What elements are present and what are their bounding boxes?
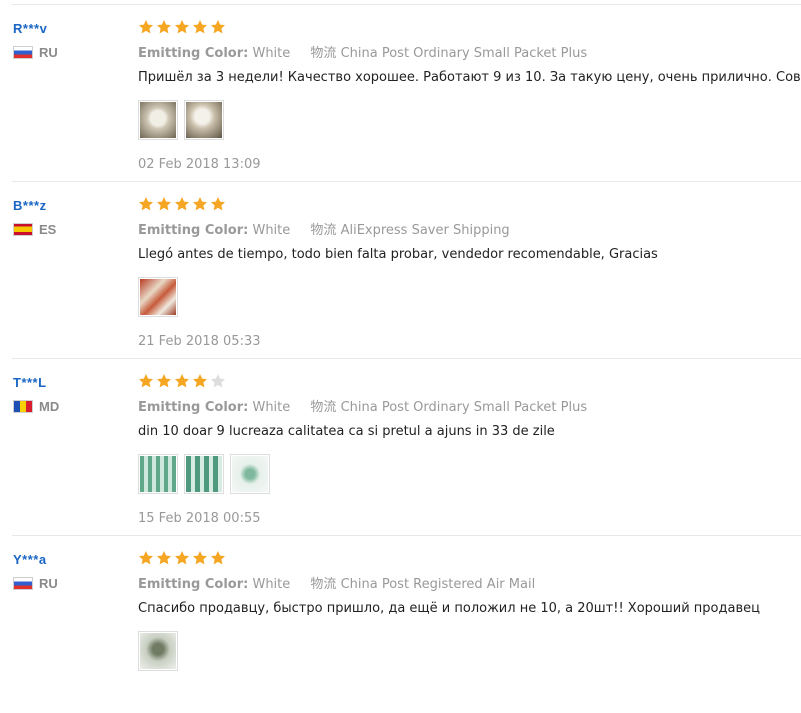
review-photo-thumbnail[interactable]	[184, 100, 224, 140]
led-photo	[140, 633, 176, 669]
star-empty-icon	[211, 374, 225, 388]
review-date: 15 Feb 2018 00:55	[138, 511, 261, 526]
color-value: White	[252, 400, 291, 415]
color-value: White	[252, 46, 291, 61]
color-label: Emitting Color:	[138, 223, 249, 238]
country-code: RU	[39, 45, 58, 60]
shipping-method: China Post Registered Air Mail	[340, 577, 536, 592]
review-text: Llegó antes de tiempo, todo bien falta p…	[138, 247, 658, 262]
flag-icon	[13, 223, 33, 236]
reviewer-name[interactable]: B***z	[13, 198, 56, 213]
review-meta: Emitting Color: White 物流 China Post Ordi…	[138, 396, 801, 415]
package-photo	[140, 102, 176, 138]
review-content: Emitting Color: White 物流 China Post Ordi…	[138, 373, 801, 526]
color-label: Emitting Color:	[138, 400, 249, 415]
shipping-method: China Post Ordinary Small Packet Plus	[340, 400, 588, 415]
star-rating	[138, 373, 801, 391]
reviewer-country: ES	[13, 222, 56, 237]
reviewer-info: R***v RU	[13, 21, 58, 60]
review-meta: Emitting Color: White 物流 China Post Regi…	[138, 573, 801, 592]
star-filled-icon	[175, 20, 189, 34]
flag-icon	[13, 46, 33, 59]
color-label: Emitting Color:	[138, 577, 249, 592]
review-text: din 10 doar 9 lucreaza calitatea ca si p…	[138, 424, 555, 439]
review-item: Y***a RU Emitting Color: White 物流 China …	[0, 536, 801, 713]
country-code: ES	[39, 222, 57, 237]
reviewer-info: Y***a RU	[13, 552, 58, 591]
star-filled-icon	[211, 197, 225, 211]
review-date: 02 Feb 2018 13:09	[138, 157, 261, 172]
color-value: White	[252, 577, 291, 592]
shipping-method: AliExpress Saver Shipping	[340, 223, 510, 238]
star-filled-icon	[157, 20, 171, 34]
review-content: Emitting Color: White 物流 AliExpress Save…	[138, 196, 801, 349]
star-filled-icon	[157, 551, 171, 565]
star-rating	[138, 550, 801, 568]
shipping-label: 物流	[310, 577, 337, 592]
star-filled-icon	[139, 197, 153, 211]
review-photo-thumbnail[interactable]	[138, 631, 178, 671]
reviewer-name[interactable]: T***L	[13, 375, 59, 390]
star-filled-icon	[157, 374, 171, 388]
star-filled-icon	[193, 374, 207, 388]
color-label: Emitting Color:	[138, 46, 249, 61]
review-text: Спасибо продавцу, быстро пришло, да ещё …	[138, 601, 760, 616]
review-photo-thumbnail[interactable]	[230, 454, 270, 494]
reviewer-country: RU	[13, 576, 58, 591]
star-filled-icon	[211, 20, 225, 34]
review-text: Пришёл за 3 недели! Качество хорошее. Ра…	[138, 70, 801, 85]
star-filled-icon	[139, 374, 153, 388]
review-photo-thumbnail[interactable]	[138, 100, 178, 140]
package-photo	[186, 102, 222, 138]
flag-icon	[13, 577, 33, 590]
star-filled-icon	[175, 374, 189, 388]
review-photo-thumbnail[interactable]	[184, 454, 224, 494]
country-code: MD	[39, 399, 60, 414]
review-content: Emitting Color: White 物流 China Post Ordi…	[138, 19, 801, 172]
shipping-label: 物流	[310, 400, 337, 415]
star-rating	[138, 196, 801, 214]
review-meta: Emitting Color: White 物流 China Post Ordi…	[138, 42, 801, 61]
green-led-photo	[232, 456, 268, 492]
review-photos	[138, 277, 801, 319]
shipping-method: China Post Ordinary Small Packet Plus	[340, 46, 588, 61]
color-value: White	[252, 223, 291, 238]
star-filled-icon	[139, 20, 153, 34]
reviewer-country: MD	[13, 399, 59, 414]
star-filled-icon	[175, 197, 189, 211]
star-filled-icon	[193, 20, 207, 34]
star-filled-icon	[157, 197, 171, 211]
shipping-label: 物流	[310, 223, 337, 238]
star-rating	[138, 19, 801, 37]
review-photos	[138, 631, 801, 673]
review-date: 21 Feb 2018 05:33	[138, 334, 261, 349]
review-item: B***z ES Emitting Color: White 物流 AliExp…	[0, 182, 801, 359]
star-filled-icon	[175, 551, 189, 565]
review-photos	[138, 100, 801, 142]
reviewer-name[interactable]: Y***a	[13, 552, 58, 567]
star-filled-icon	[193, 197, 207, 211]
reviewer-name[interactable]: R***v	[13, 21, 58, 36]
review-photo-thumbnail[interactable]	[138, 454, 178, 494]
flag-icon	[13, 400, 33, 413]
review-item: R***v RU Emitting Color: White 物流 China …	[0, 5, 801, 182]
review-photos	[138, 454, 801, 496]
star-filled-icon	[211, 551, 225, 565]
review-meta: Emitting Color: White 物流 AliExpress Save…	[138, 219, 801, 238]
review-photo-thumbnail[interactable]	[138, 277, 178, 317]
green-led-photo	[186, 456, 222, 492]
led-photo	[140, 279, 176, 315]
star-filled-icon	[193, 551, 207, 565]
green-led-photo	[140, 456, 176, 492]
star-filled-icon	[139, 551, 153, 565]
reviewer-info: B***z ES	[13, 198, 56, 237]
review-item: T***L MD Emitting Color: White 物流 China …	[0, 359, 801, 536]
review-content: Emitting Color: White 物流 China Post Regi…	[138, 550, 801, 673]
reviewer-info: T***L MD	[13, 375, 59, 414]
country-code: RU	[39, 576, 58, 591]
shipping-label: 物流	[310, 46, 337, 61]
reviewer-country: RU	[13, 45, 58, 60]
